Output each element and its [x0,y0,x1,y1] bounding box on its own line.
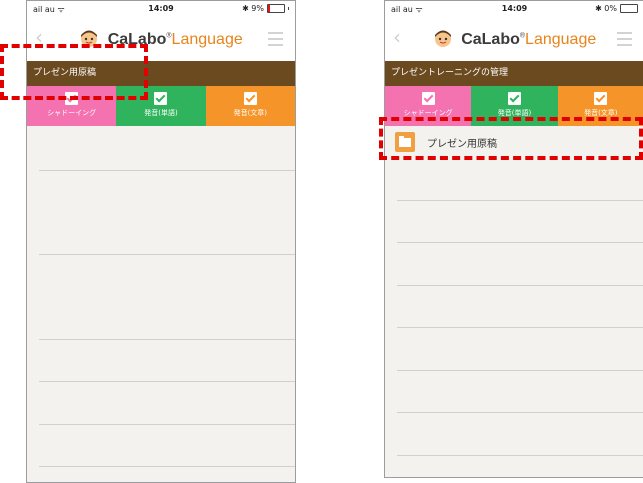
list-divider [397,327,643,328]
list-divider [397,412,643,413]
list-divider [397,370,643,371]
page-title: プレゼントレーニングの管理 [385,61,643,86]
hamburger-menu-icon[interactable] [617,32,632,50]
checkbox-icon[interactable] [421,92,435,105]
status-bar: ail au ᯤ 14:09 ✱ 9% [27,1,295,17]
battery-percent: ✱ 0% [595,4,617,13]
brand-calabo: CaLabo [461,31,520,48]
app-logo: CaLabo®Language [385,28,643,49]
battery-indicator: ✱ 9% [242,4,289,13]
checkbox-icon[interactable] [507,92,521,105]
brand-language: Language [525,31,597,48]
battery-icon [267,4,285,13]
tab-label: シャドーイング [403,109,453,117]
list-divider [39,424,295,425]
list-divider [39,466,295,467]
highlight-callout-folder [379,117,643,160]
battery-icon [620,4,638,13]
battery-percent: ✱ 9% [242,4,264,13]
mascot-logo-icon [434,30,451,47]
tab-label: シャドーイング [47,109,97,117]
list-divider [39,381,295,382]
battery-indicator: ✱ 0% [595,4,638,13]
list-divider [397,200,643,201]
phone-screen-right: ail au ᯤ 14:09 ✱ 0% ‹ CaLabo®Language プレ… [384,0,643,478]
nav-bar: ‹ CaLabo®Language [385,17,643,61]
tab-label: 発音(文章) [233,109,268,117]
tab-label: 発音(単語) [144,109,178,117]
checkbox-icon[interactable] [243,92,257,105]
checkbox-icon[interactable] [594,92,608,105]
list-divider [39,170,295,171]
tab-label: 発音(文章) [584,109,618,117]
highlight-callout-title [0,44,148,100]
status-bar: ail au ᯤ 14:09 ✱ 0% [385,1,643,17]
list-divider [39,254,295,255]
hamburger-menu-icon[interactable] [268,32,283,50]
tab-label: 発音(単語) [497,109,532,117]
list-divider [397,285,643,286]
list-divider [39,339,295,340]
brand-language: Language [171,31,243,48]
list-divider [397,242,643,243]
list-divider [397,455,643,456]
checkbox-icon[interactable] [154,92,168,105]
tab-pronunciation-sentence[interactable]: 発音(文章) [205,86,295,126]
